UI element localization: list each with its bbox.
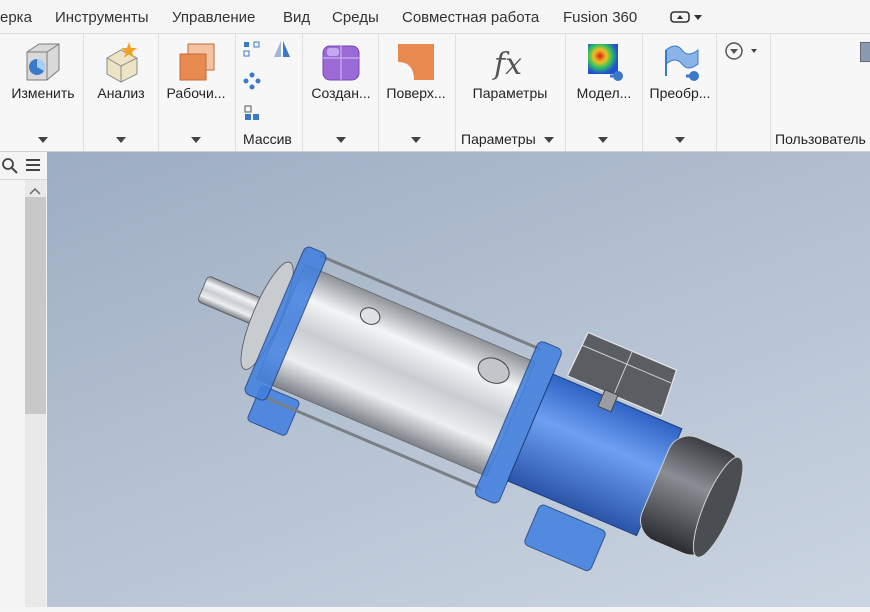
simulation-dropdown-caret[interactable] [598,137,608,143]
ribbon-separator [378,34,379,151]
pump-motor-model[interactable] [47,152,870,607]
parameters-dropdown-caret[interactable] [543,137,554,144]
create-label: Создан... [311,85,371,101]
menu-item-fusion360[interactable]: Fusion 360 [563,9,637,26]
parameters-button[interactable]: fx Параметры [458,34,562,122]
svg-text:fx: fx [492,47,522,82]
menu-item-tools[interactable]: Инструменты [55,9,149,26]
parameters-group-text: Параметры [461,131,536,147]
ribbon-display-icon [670,11,702,23]
convert-dropdown-caret[interactable] [675,137,685,143]
user-group-label: Пользователь [775,131,866,147]
chevron-circle-down-icon [725,42,757,60]
work-features-dropdown-caret[interactable] [191,137,201,143]
more-tools-dropdown[interactable] [723,40,763,62]
convert-button[interactable]: Преобр... [645,34,715,122]
simulation-model-label: Модел... [576,85,632,101]
menu-item-view[interactable]: Вид [283,9,310,26]
modify-button[interactable]: Изменить [4,34,82,122]
ribbon-separator [235,34,236,151]
surface-icon [394,40,438,84]
circular-pattern-icon[interactable] [243,72,261,90]
work-features-label: Рабочи... [166,85,226,101]
ribbon-separator [302,34,303,151]
ribbon-display-toggle[interactable] [670,10,706,27]
parameters-label: Параметры [472,85,548,101]
work-features-button[interactable]: Рабочи... [162,34,230,122]
menu-item-check[interactable]: ерка [0,9,32,26]
fx-parameters-icon: fx [488,40,532,84]
simulation-model-button[interactable]: Модел... [568,34,640,122]
ribbon-separator [455,34,456,151]
user-tool-icon[interactable] [860,42,870,62]
convert-label: Преобр... [649,85,711,101]
analysis-label: Анализ [97,85,145,101]
modify-label: Изменить [11,85,75,101]
ribbon-separator [716,34,717,151]
ribbon-separator [83,34,84,151]
surface-button[interactable]: Поверх... [381,34,451,122]
browser-scrollbar-thumb[interactable] [25,197,46,414]
ribbon: Изменить Анализ Рабочи... Массив Создан.… [0,34,870,152]
modify-dropdown-caret[interactable] [38,137,48,143]
menu-item-collaborate[interactable]: Совместная работа [402,9,539,26]
scroll-up-icon[interactable] [28,183,42,195]
work-plane-icon [174,40,218,84]
create-dropdown-caret[interactable] [336,137,346,143]
pattern-group-label: Массив [243,131,292,147]
parameters-group-label[interactable]: Параметры [461,131,554,147]
menu-bar: ерка Инструменты Управление Вид Среды Со… [0,0,870,34]
menu-item-manage[interactable]: Управление [172,9,255,26]
ribbon-separator [770,34,771,151]
analysis-dropdown-caret[interactable] [116,137,126,143]
convert-icon [658,40,702,84]
ribbon-separator [565,34,566,151]
simulation-model-icon [582,40,626,84]
menu-item-environments[interactable]: Среды [332,9,379,26]
ribbon-separator [158,34,159,151]
sketch-pattern-icon[interactable] [243,104,261,122]
surface-dropdown-caret[interactable] [411,137,421,143]
mirror-icon[interactable] [273,40,291,58]
analysis-button[interactable]: Анализ [86,34,156,122]
search-icon[interactable] [0,156,20,174]
hamburger-menu-icon[interactable] [24,156,42,174]
surface-label: Поверх... [386,85,446,101]
modify-cube-icon [21,40,65,84]
graphics-viewport[interactable] [47,152,870,607]
create-solid-icon [319,40,363,84]
analysis-box-icon [99,40,143,84]
create-button[interactable]: Создан... [305,34,377,122]
rectangular-pattern-icon[interactable] [243,40,261,58]
ribbon-separator [642,34,643,151]
